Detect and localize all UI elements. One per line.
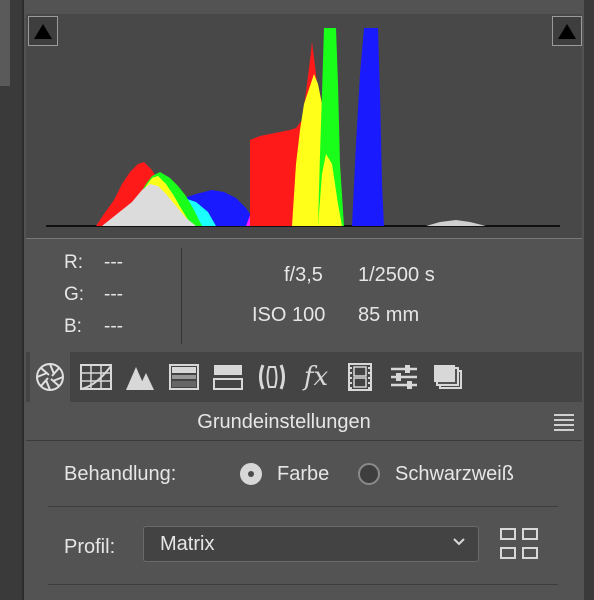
highlight-clipping-toggle[interactable] <box>552 16 582 46</box>
red-label: R: <box>64 252 83 273</box>
treatment-label: Behandlung: <box>64 463 177 485</box>
treatment-color-label[interactable]: Farbe <box>277 463 329 486</box>
tab-camera-calibration[interactable] <box>340 352 380 402</box>
shadow-clipping-triangle-icon <box>34 24 52 39</box>
profile-browser-button[interactable] <box>499 526 539 562</box>
split-toning-icon <box>213 365 243 390</box>
shadow-clipping-toggle[interactable] <box>28 16 58 46</box>
panel-menu-icon[interactable] <box>554 414 574 431</box>
profile-select[interactable]: Matrix <box>143 526 479 562</box>
tab-effects[interactable]: fx <box>296 352 336 402</box>
readout-divider <box>181 248 182 344</box>
tab-tone-curve[interactable] <box>76 352 116 402</box>
iso-value: ISO 100 <box>252 304 326 326</box>
sliders-presets-icon <box>391 365 417 389</box>
profile-row: Profil: Matrix <box>26 526 582 566</box>
highlight-clipping-triangle-icon <box>558 24 576 39</box>
right-edge <box>584 0 594 600</box>
tab-hsl[interactable] <box>164 352 204 402</box>
profile-browser-grid-icon <box>500 528 538 559</box>
focal-length-value: 85 mm <box>358 304 420 326</box>
snapshots-icon <box>434 365 462 389</box>
aperture-icon <box>36 363 64 391</box>
histogram <box>26 14 582 239</box>
detail-triangles-icon <box>126 367 154 390</box>
tone-curve-grid-icon <box>80 364 112 390</box>
camera-calibration-film-icon <box>348 363 372 391</box>
divider <box>48 506 558 507</box>
treatment-bw-radio[interactable] <box>358 463 380 485</box>
left-scroll-strip <box>0 0 22 600</box>
tab-presets[interactable] <box>384 352 424 402</box>
tab-detail[interactable] <box>120 352 160 402</box>
blue-label: B: <box>64 316 82 337</box>
green-label: G: <box>64 284 85 305</box>
tab-lens-corrections[interactable] <box>252 352 292 402</box>
divider <box>48 584 558 585</box>
left-scrollbar[interactable] <box>0 0 10 86</box>
treatment-bw-label[interactable]: Schwarzweiß <box>395 463 514 486</box>
treatment-row: Behandlung: Farbe Schwarzweiß <box>26 456 582 496</box>
develop-panel: R: --- G: --- B: --- f/3,5 1/2500 s ISO 100… <box>22 0 584 600</box>
chevron-down-icon <box>453 538 465 546</box>
fx-effects-icon: fx <box>303 362 329 392</box>
green-value: --- <box>104 284 123 305</box>
aperture-value: f/3,5 <box>284 264 323 286</box>
red-readout: R: --- <box>64 252 123 274</box>
blue-readout: B: --- <box>64 316 123 338</box>
green-readout: G: --- <box>64 284 123 306</box>
tab-split-toning[interactable] <box>208 352 248 402</box>
info-readout: R: --- G: --- B: --- f/3,5 1/2500 s ISO 100… <box>26 240 582 350</box>
panel-tabs: fx <box>26 352 582 402</box>
treatment-color-radio[interactable] <box>240 463 262 485</box>
blue-value: --- <box>104 316 123 337</box>
section-header: Grundeinstellungen <box>26 404 582 441</box>
tab-basic[interactable] <box>30 352 70 402</box>
section-title: Grundeinstellungen <box>197 411 371 433</box>
lens-corrections-icon <box>259 364 285 390</box>
profile-label: Profil: <box>64 536 116 558</box>
shutter-value: 1/2500 s <box>358 264 435 286</box>
tab-snapshots[interactable] <box>428 352 468 402</box>
red-value: --- <box>104 252 123 273</box>
hsl-gradient-icon <box>169 364 199 390</box>
profile-value: Matrix <box>160 533 215 555</box>
histogram-graph <box>46 28 560 227</box>
